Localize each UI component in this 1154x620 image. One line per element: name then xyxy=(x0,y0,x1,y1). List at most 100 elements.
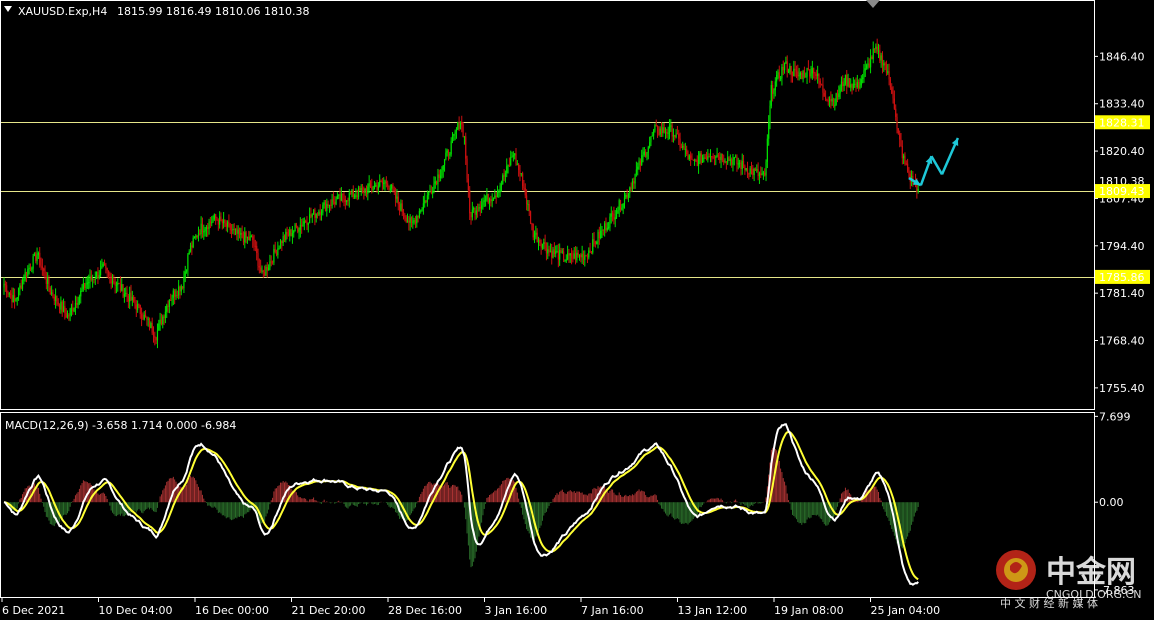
candle-body xyxy=(533,234,536,238)
candle-body xyxy=(783,63,786,71)
candle-body xyxy=(786,61,788,73)
candle-body xyxy=(381,181,383,184)
candle-body xyxy=(372,188,374,190)
candle-body xyxy=(23,279,25,281)
candle-body xyxy=(388,186,390,189)
candle-body xyxy=(408,220,410,223)
candle-body xyxy=(684,148,686,150)
candle-body xyxy=(495,195,497,198)
candle-body xyxy=(836,93,839,97)
candle-body xyxy=(488,198,491,203)
candle-body xyxy=(494,195,496,199)
candle-body xyxy=(477,210,479,212)
candle-body xyxy=(273,249,275,263)
candle-body xyxy=(572,258,574,260)
candle-body xyxy=(315,213,317,218)
candle-body xyxy=(166,305,168,312)
candle-body xyxy=(350,193,352,195)
candle-body xyxy=(314,209,316,218)
candle-body xyxy=(597,231,599,243)
candle-body xyxy=(219,216,221,225)
candle-body xyxy=(647,147,649,153)
candle-body xyxy=(641,155,643,166)
candle-body xyxy=(475,210,477,215)
candle-body xyxy=(559,249,561,260)
candle-body xyxy=(377,186,380,190)
candle-body xyxy=(795,70,798,72)
candle-body xyxy=(872,48,874,60)
candle-body xyxy=(904,155,906,164)
candle-body xyxy=(600,230,602,239)
candle-body xyxy=(449,154,451,156)
candle-body xyxy=(570,253,573,259)
candle-body xyxy=(253,239,255,246)
candle-body xyxy=(761,173,763,175)
candle-body xyxy=(794,68,796,71)
candle-body xyxy=(262,270,264,273)
candle-body xyxy=(891,87,893,94)
candle-body xyxy=(437,174,439,185)
candle-body xyxy=(252,236,254,240)
level-label: 1809.43 xyxy=(1099,185,1145,198)
candle-body xyxy=(40,265,42,267)
candle-body xyxy=(470,213,472,218)
candle-body xyxy=(696,160,698,166)
candle-body xyxy=(753,168,755,176)
candle-body xyxy=(355,195,357,197)
candle-body xyxy=(686,148,688,155)
candle-body xyxy=(134,301,136,305)
macd-label: MACD(12,26,9) -3.658 1.714 0.000 -6.984 xyxy=(5,419,236,432)
candle-body xyxy=(174,290,176,297)
candle-body xyxy=(430,191,432,194)
candle-body xyxy=(643,151,645,155)
candle-body xyxy=(496,191,499,198)
candle-body xyxy=(680,147,682,149)
candle-body xyxy=(574,253,577,261)
candle-body xyxy=(487,193,489,203)
candle-body xyxy=(11,294,13,303)
candle-body xyxy=(843,83,845,87)
candle-body xyxy=(720,153,722,161)
candle-body xyxy=(758,173,761,177)
candle-body xyxy=(826,99,828,101)
candle-body xyxy=(170,299,172,301)
candle-body xyxy=(201,223,204,233)
candle-body xyxy=(346,200,348,203)
candle-body xyxy=(133,296,135,302)
candle-body xyxy=(310,214,312,217)
candle-body xyxy=(248,236,250,241)
candle-body xyxy=(594,241,596,244)
candle-body xyxy=(412,221,414,223)
candle-body xyxy=(622,203,624,208)
candle-body xyxy=(561,251,563,253)
candle-body xyxy=(548,249,550,252)
time-tick-label: 10 Dec 04:00 xyxy=(99,604,173,617)
candle-body xyxy=(319,211,321,215)
candle-body xyxy=(118,282,120,284)
candle-body xyxy=(15,299,17,301)
candle-body xyxy=(331,199,333,206)
candle-body xyxy=(167,305,169,307)
candle-body xyxy=(700,153,702,163)
candle-body xyxy=(60,301,62,310)
candle-body xyxy=(404,215,406,218)
candle-body xyxy=(656,126,659,134)
candle-body xyxy=(164,311,167,319)
candle-body xyxy=(821,84,823,86)
candle-body xyxy=(900,139,902,146)
candle-body xyxy=(461,121,463,125)
candle-body xyxy=(573,253,575,259)
candle-body xyxy=(323,202,325,205)
candle-body xyxy=(269,261,271,268)
candle-body xyxy=(302,223,304,227)
candle-body xyxy=(623,197,626,204)
candle-body xyxy=(102,263,104,267)
candle-body xyxy=(671,125,673,137)
candle-body xyxy=(883,63,885,66)
candle-body xyxy=(564,259,566,261)
candle-body xyxy=(563,251,565,261)
candle-body xyxy=(875,46,877,49)
candle-body xyxy=(523,186,525,189)
candle-body xyxy=(733,157,735,160)
candle-body xyxy=(536,232,538,243)
